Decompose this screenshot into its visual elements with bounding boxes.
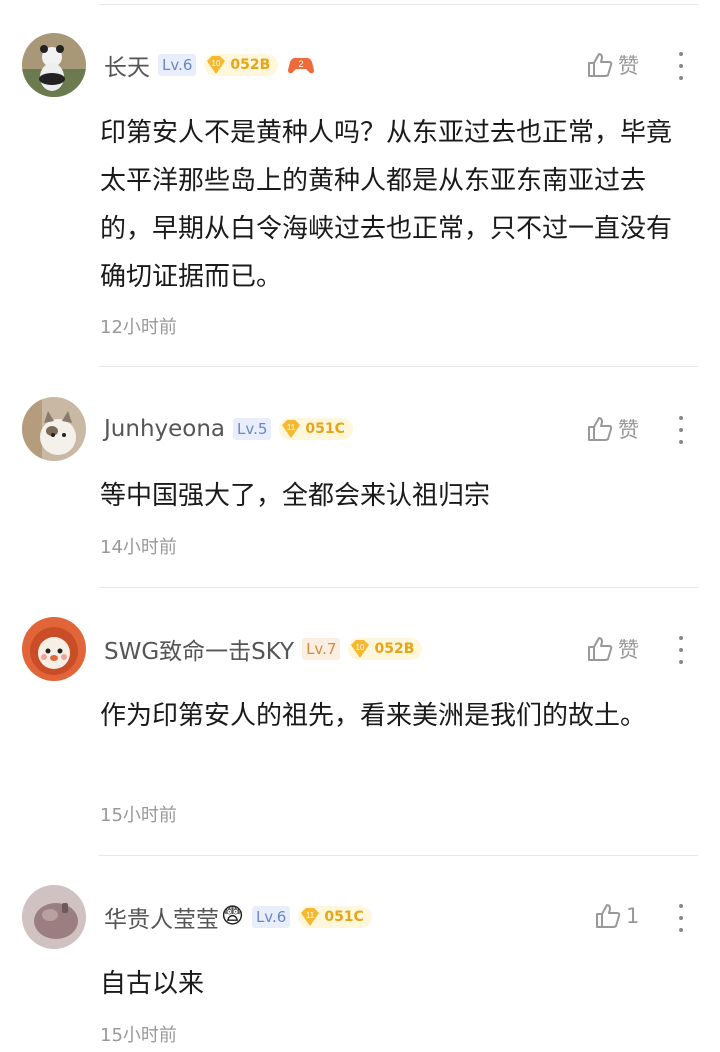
thumbs-up-icon bbox=[596, 904, 621, 928]
badge-code: 052B bbox=[230, 57, 271, 73]
fan-badge[interactable]: 11 051C bbox=[298, 906, 372, 928]
diamond-badge-icon: 10 bbox=[351, 640, 370, 658]
diamond-badge-icon: 11 bbox=[282, 420, 301, 438]
like-button[interactable]: 赞 bbox=[586, 634, 639, 664]
level-badge: Lv.6 bbox=[251, 906, 291, 928]
username[interactable]: 长天 bbox=[104, 48, 150, 82]
badge-code: 052B bbox=[374, 641, 415, 657]
comment-text: 自古以来 bbox=[100, 969, 205, 999]
svg-text:11: 11 bbox=[306, 911, 315, 920]
comment-header: 长天 Lv.6 10 052B 2 bbox=[104, 48, 316, 82]
like-count: 1 bbox=[626, 904, 640, 928]
like-button[interactable]: 1 bbox=[594, 902, 639, 930]
comment-text: 印第安人不是黄种人吗？从东亚过去也正常，毕竟太平洋那些岛上的黄种人都是从东亚东南… bbox=[100, 118, 673, 292]
username[interactable]: Junhyeona bbox=[104, 416, 225, 442]
avatar[interactable] bbox=[22, 33, 86, 97]
avatar[interactable] bbox=[22, 397, 86, 461]
divider bbox=[98, 587, 698, 588]
timestamp: 12小时前 bbox=[100, 317, 177, 338]
comment-header: SWG致命一击SKY Lv.7 10 052B bbox=[104, 632, 423, 666]
timestamp: 14小时前 bbox=[100, 537, 177, 558]
fan-badge[interactable]: 10 052B bbox=[204, 54, 279, 76]
diamond-badge-icon: 11 bbox=[301, 908, 320, 926]
thumbs-up-icon bbox=[588, 417, 613, 441]
timestamp: 15小时前 bbox=[100, 1025, 177, 1046]
comment-header: 华贵人莹莹 😨 Lv.6 11 051C bbox=[104, 900, 372, 934]
level-badge: Lv.6 bbox=[158, 54, 197, 76]
gamepad-icon: 2 bbox=[288, 57, 315, 74]
more-options-icon[interactable] bbox=[674, 636, 688, 664]
comment-text: 作为印第安人的祖先，看来美洲是我们的故土。 bbox=[100, 701, 647, 731]
fearful-face-emoji: 😨 bbox=[221, 904, 244, 929]
fan-badge[interactable]: 10 052B bbox=[348, 638, 423, 660]
like-label: 赞 bbox=[618, 54, 639, 78]
diamond-badge-icon: 10 bbox=[207, 56, 226, 74]
like-button[interactable]: 赞 bbox=[586, 414, 639, 444]
svg-text:2: 2 bbox=[299, 59, 304, 69]
badge-code: 051C bbox=[324, 909, 364, 925]
divider bbox=[98, 366, 698, 367]
timestamp: 15小时前 bbox=[100, 805, 177, 826]
like-label: 赞 bbox=[618, 638, 639, 662]
username[interactable]: SWG致命一击SKY bbox=[104, 632, 294, 666]
like-button[interactable]: 赞 bbox=[586, 50, 639, 80]
svg-text:10: 10 bbox=[356, 643, 365, 652]
svg-text:10: 10 bbox=[212, 59, 221, 68]
badge-code: 051C bbox=[305, 421, 345, 437]
thumbs-up-icon bbox=[588, 53, 613, 77]
thumbs-up-icon bbox=[588, 637, 613, 661]
like-label: 赞 bbox=[618, 418, 639, 442]
avatar[interactable] bbox=[22, 885, 86, 949]
level-badge: Lv.7 bbox=[302, 638, 341, 660]
more-options-icon[interactable] bbox=[674, 416, 688, 444]
avatar[interactable] bbox=[22, 617, 86, 681]
divider bbox=[98, 4, 698, 5]
more-options-icon[interactable] bbox=[674, 52, 688, 80]
divider bbox=[98, 855, 698, 856]
comment-text: 等中国强大了，全都会来认祖归宗 bbox=[100, 481, 491, 511]
svg-text:11: 11 bbox=[287, 423, 296, 432]
fan-badge[interactable]: 11 051C bbox=[279, 418, 353, 440]
username[interactable]: 华贵人莹莹 bbox=[104, 900, 219, 934]
more-options-icon[interactable] bbox=[674, 904, 688, 932]
level-badge: Lv.5 bbox=[233, 418, 272, 440]
comment-header: Junhyeona Lv.5 11 051C bbox=[104, 412, 353, 446]
